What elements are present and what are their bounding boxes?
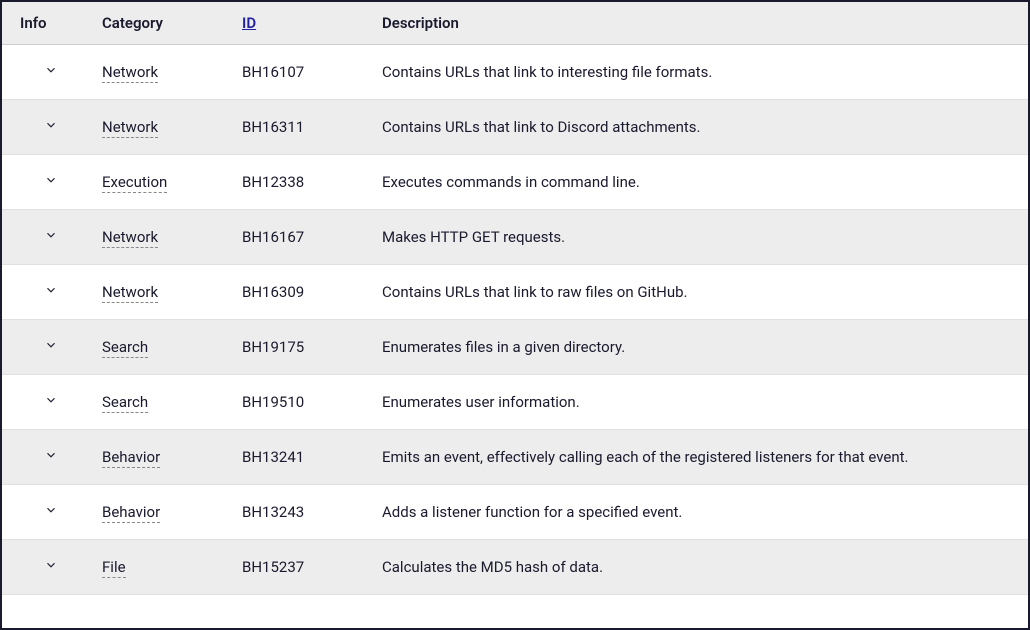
table-row: Network BH16167Makes HTTP GET requests. [2,210,1028,265]
table-row: Network BH16311Contains URLs that link to… [2,100,1028,155]
category-link[interactable]: Behavior [102,448,160,468]
category-cell: Behavior [92,430,232,485]
id-cell: BH13243 [232,485,372,540]
chevron-down-icon[interactable] [44,228,58,246]
table-row: Execution BH12338Executes commands in com… [2,155,1028,210]
id-cell: BH15237 [232,540,372,595]
category-link[interactable]: File [102,558,126,578]
behaviors-table: Info Category ID Description Network BH16… [2,2,1028,595]
expand-cell [2,155,92,210]
header-id[interactable]: ID [232,2,372,45]
chevron-down-icon[interactable] [44,63,58,81]
expand-cell [2,430,92,485]
chevron-down-icon[interactable] [44,503,58,521]
behaviors-table-wrapper: Info Category ID Description Network BH16… [0,0,1030,630]
header-id-link[interactable]: ID [242,14,256,32]
table-row: Behavior BH13241Emits an event, effective… [2,430,1028,485]
id-cell: BH16167 [232,210,372,265]
category-link[interactable]: Network [102,283,158,303]
category-link[interactable]: Search [102,338,148,358]
category-link[interactable]: Network [102,228,158,248]
description-cell: Makes HTTP GET requests. [372,210,1028,265]
header-description[interactable]: Description [372,2,1028,45]
header-category[interactable]: Category [92,2,232,45]
chevron-down-icon[interactable] [44,283,58,301]
category-link[interactable]: Search [102,393,148,413]
category-link[interactable]: Behavior [102,503,160,523]
expand-cell [2,320,92,375]
expand-cell [2,485,92,540]
description-cell: Contains URLs that link to interesting f… [372,45,1028,100]
expand-cell [2,45,92,100]
table-row: Search BH19510Enumerates user information… [2,375,1028,430]
description-cell: Calculates the MD5 hash of data. [372,540,1028,595]
table-header-row: Info Category ID Description [2,2,1028,45]
id-cell: BH12338 [232,155,372,210]
category-link[interactable]: Execution [102,173,167,193]
id-cell: BH19510 [232,375,372,430]
description-cell: Contains URLs that link to raw files on … [372,265,1028,320]
chevron-down-icon[interactable] [44,393,58,411]
description-cell: Executes commands in command line. [372,155,1028,210]
table-row: File BH15237Calculates the MD5 hash of da… [2,540,1028,595]
description-cell: Enumerates user information. [372,375,1028,430]
chevron-down-icon[interactable] [44,173,58,191]
category-cell: File [92,540,232,595]
category-cell: Search [92,375,232,430]
description-cell: Adds a listener function for a specified… [372,485,1028,540]
expand-cell [2,375,92,430]
id-cell: BH13241 [232,430,372,485]
expand-cell [2,210,92,265]
chevron-down-icon[interactable] [44,118,58,136]
chevron-down-icon[interactable] [44,448,58,466]
category-link[interactable]: Network [102,118,158,138]
description-cell: Contains URLs that link to Discord attac… [372,100,1028,155]
category-cell: Network [92,45,232,100]
chevron-down-icon[interactable] [44,338,58,356]
id-cell: BH16311 [232,100,372,155]
category-link[interactable]: Network [102,63,158,83]
table-row: Network BH16309Contains URLs that link to… [2,265,1028,320]
expand-cell [2,265,92,320]
id-cell: BH16309 [232,265,372,320]
expand-cell [2,540,92,595]
description-cell: Enumerates files in a given directory. [372,320,1028,375]
id-cell: BH16107 [232,45,372,100]
category-cell: Behavior [92,485,232,540]
category-cell: Network [92,265,232,320]
category-cell: Network [92,100,232,155]
description-cell: Emits an event, effectively calling each… [372,430,1028,485]
table-row: Behavior BH13243Adds a listener function … [2,485,1028,540]
table-row: Network BH16107Contains URLs that link to… [2,45,1028,100]
category-cell: Execution [92,155,232,210]
category-cell: Search [92,320,232,375]
header-info[interactable]: Info [2,2,92,45]
id-cell: BH19175 [232,320,372,375]
category-cell: Network [92,210,232,265]
expand-cell [2,100,92,155]
table-row: Search BH19175Enumerates files in a given… [2,320,1028,375]
chevron-down-icon[interactable] [44,558,58,576]
